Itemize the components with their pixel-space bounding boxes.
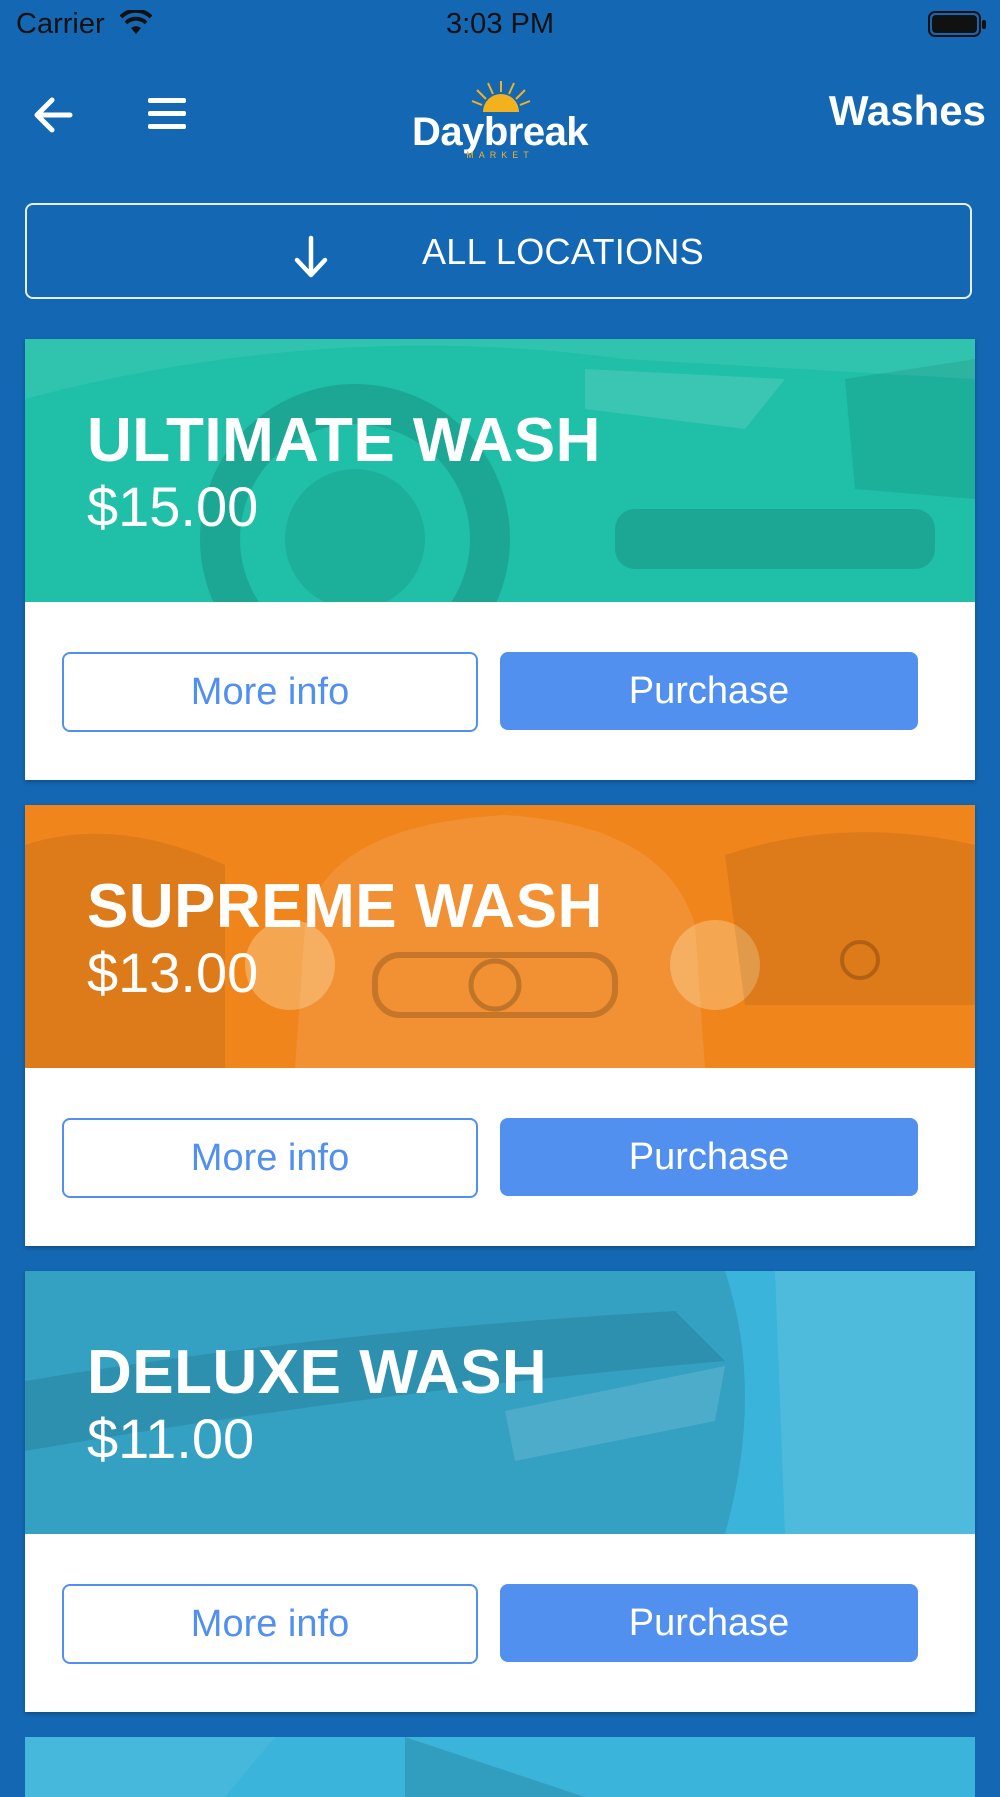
wash-name: DELUXE WASH — [87, 1338, 548, 1407]
location-filter-button[interactable]: ALL LOCATIONS — [25, 203, 972, 299]
wash-card-actions: More info Purchase — [25, 1068, 975, 1246]
wash-card: ULTIMATE WASH $15.00 More info Purchase — [25, 339, 975, 780]
more-info-button[interactable]: More info — [62, 1118, 478, 1198]
hamburger-menu-icon[interactable] — [146, 94, 188, 134]
wash-card: SUPREME WASH $13.00 More info Purchase — [25, 805, 975, 1246]
page-title: Washes — [828, 87, 986, 134]
wash-card-actions: More info Purchase — [25, 602, 975, 780]
location-filter-label: ALL LOCATIONS — [422, 231, 704, 272]
wash-name: SUPREME WASH — [87, 872, 603, 941]
logo-subtext: MARKET — [466, 150, 534, 160]
purchase-button[interactable]: Purchase — [500, 1584, 918, 1662]
purchase-button[interactable]: Purchase — [500, 1118, 918, 1196]
wash-card-banner: SUPREME WASH $13.00 — [25, 805, 975, 1068]
wash-card-partial — [25, 1737, 975, 1797]
more-info-button[interactable]: More info — [62, 652, 478, 732]
logo-wordmark: Daybreak — [411, 110, 589, 154]
more-info-button[interactable]: More info — [62, 1584, 478, 1664]
sun-icon — [471, 81, 531, 112]
wash-card-banner: DELUXE WASH $11.00 — [25, 1271, 975, 1534]
daybreak-logo: Daybreak MARKET — [405, 80, 595, 160]
wash-name: ULTIMATE WASH — [87, 406, 601, 475]
arrow-down-icon — [292, 235, 330, 284]
battery-icon — [928, 10, 988, 45]
status-bar: Carrier 3:03 PM — [0, 0, 1000, 50]
back-arrow-icon[interactable] — [30, 92, 76, 138]
navigation-bar: Daybreak MARKET Washes — [0, 60, 1000, 170]
car-photo-overlay — [25, 1737, 585, 1797]
wash-price: $13.00 — [87, 941, 259, 1004]
wash-card: DELUXE WASH $11.00 More info Purchase — [25, 1271, 975, 1712]
purchase-button[interactable]: Purchase — [500, 652, 918, 730]
wash-card-actions: More info Purchase — [25, 1534, 975, 1712]
wash-price: $11.00 — [87, 1407, 255, 1470]
wash-price: $15.00 — [87, 475, 259, 538]
status-time: 3:03 PM — [446, 8, 554, 40]
wash-card-banner: ULTIMATE WASH $15.00 — [25, 339, 975, 602]
